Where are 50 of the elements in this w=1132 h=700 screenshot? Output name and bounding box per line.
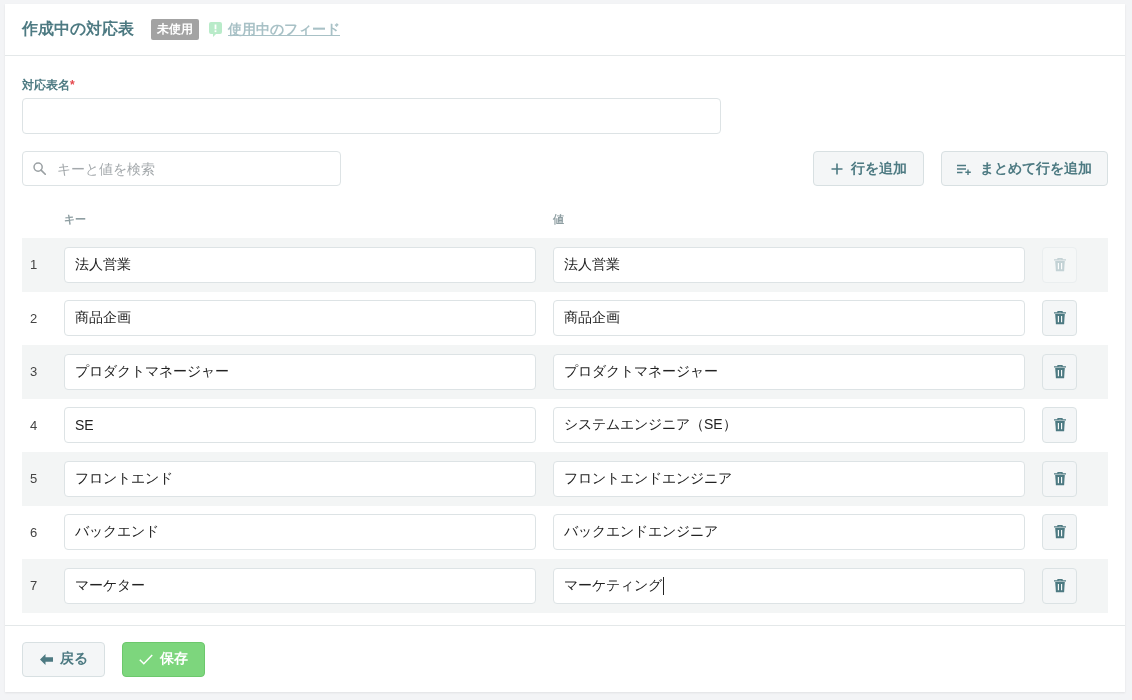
- value-field[interactable]: 法人営業: [553, 246, 1025, 283]
- row-number: 5: [29, 471, 39, 487]
- delete-row-button[interactable]: [1042, 407, 1077, 444]
- trash-icon: [1053, 578, 1066, 593]
- value-field[interactable]: フロントエンドエンジニア: [553, 460, 1025, 497]
- key-field[interactable]: SE: [64, 407, 536, 444]
- trash-icon: [1053, 364, 1066, 379]
- row-number: 6: [29, 524, 39, 540]
- search-field[interactable]: キーと値を検索: [22, 151, 341, 186]
- value-field[interactable]: 商品企画: [553, 300, 1025, 337]
- search-icon: [33, 162, 46, 175]
- trash-icon: [1053, 257, 1066, 272]
- name-input-field[interactable]: [22, 98, 721, 134]
- value-field[interactable]: バックエンドエンジニア: [553, 514, 1025, 551]
- add-row-button[interactable]: 行を追加: [813, 151, 924, 186]
- row-number: 7: [29, 578, 39, 594]
- delete-row-button[interactable]: [1042, 300, 1077, 337]
- column-header: 値: [553, 212, 564, 226]
- row-number: 2: [29, 310, 39, 326]
- key-field[interactable]: プロダクトマネージャー: [64, 353, 536, 390]
- delete-row-button[interactable]: [1042, 567, 1077, 604]
- row-number: 4: [29, 417, 39, 433]
- trash-icon: [1053, 471, 1066, 486]
- row-number: 1: [29, 257, 39, 273]
- key-field[interactable]: 法人営業: [64, 246, 536, 283]
- plus-icon: [830, 162, 843, 175]
- alert-bubble-icon: [209, 22, 222, 37]
- check-icon: [139, 653, 153, 665]
- delete-row-button[interactable]: [1042, 353, 1077, 390]
- key-field[interactable]: フロントエンド: [64, 460, 536, 497]
- trash-icon: [1053, 525, 1066, 540]
- trash-icon: [1053, 418, 1066, 433]
- back-button[interactable]: 戻る: [22, 641, 105, 677]
- delete-row-button[interactable]: [1042, 514, 1077, 551]
- status-badge: 未使用: [151, 19, 199, 40]
- value-field[interactable]: プロダクトマネージャー: [553, 353, 1025, 390]
- delete-row-button[interactable]: [1042, 460, 1077, 497]
- field-label: 対応表名*: [22, 78, 75, 92]
- key-field[interactable]: マーケター: [64, 567, 536, 604]
- bulk-add-rows-button[interactable]: まとめて行を追加: [941, 151, 1108, 186]
- arrow-left-icon: [39, 653, 53, 665]
- key-field[interactable]: 商品企画: [64, 300, 536, 337]
- list-plus-icon: [957, 162, 972, 175]
- trash-icon: [1053, 311, 1066, 326]
- page-title: 作成中の対応表: [22, 19, 134, 39]
- value-field[interactable]: システムエンジニア（SE）: [553, 407, 1025, 444]
- column-header: キー: [64, 212, 86, 226]
- key-field[interactable]: バックエンド: [64, 514, 536, 551]
- row-number: 3: [29, 364, 39, 380]
- value-field[interactable]: マーケティング: [553, 567, 1025, 604]
